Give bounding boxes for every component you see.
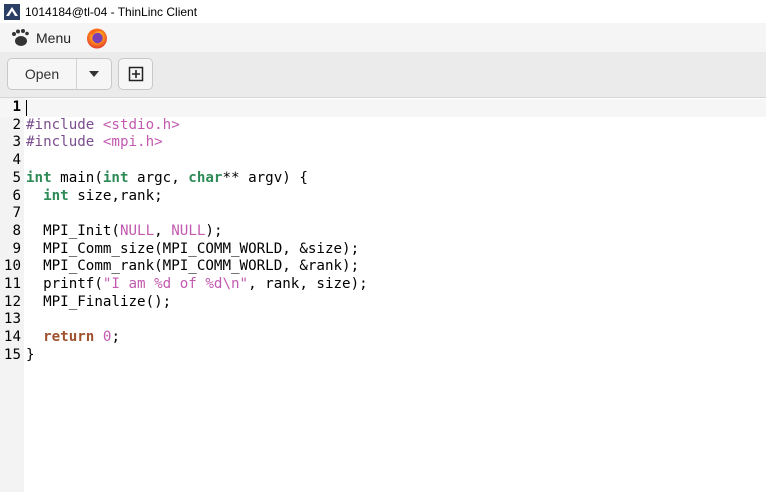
line-number: 5 [12,169,21,186]
code-text: printf("I am %d of %d\n", rank, size); [26,276,368,292]
code-line[interactable]: 8 MPI_Init(NULL, NULL); [0,223,766,241]
open-dropdown-button[interactable] [77,59,111,89]
line-number: 11 [3,276,21,292]
code-line[interactable]: 1 [0,99,766,117]
window-title: 1014184@tl-04 - ThinLinc Client [25,4,198,19]
open-button[interactable]: Open [8,59,77,89]
code-line[interactable]: 12 MPI_Finalize(); [0,294,766,312]
window-titlebar: 1014184@tl-04 - ThinLinc Client [0,0,766,23]
open-button-group: Open [7,58,112,90]
gnome-foot-icon [12,28,29,46]
code-text: MPI_Init(NULL, NULL); [26,222,223,239]
line-number: 3 [12,134,21,151]
code-line[interactable]: 5 int main(int argc, char** argv) { [0,170,766,188]
top-panel: Menu [0,23,766,52]
code-text: int size,rank; [43,187,163,204]
code-text: MPI_Comm_rank(MPI_COMM_WORLD, &rank); [26,258,360,275]
text-cursor [26,100,27,116]
code-line[interactable]: 7 [0,205,766,223]
code-line[interactable]: 9 MPI_Comm_size(MPI_COMM_WORLD, &size); [0,241,766,259]
line-number: 10 [3,258,21,275]
code-line[interactable]: 3 #include <mpi.h> [0,134,766,152]
code-text: return 0; [43,329,120,346]
line-number: 12 [3,293,21,310]
line-number: 7 [12,205,21,222]
code-text: #include <mpi.h> [26,134,163,151]
code-line[interactable]: 13 [0,311,766,329]
line-number: 8 [12,222,21,239]
line-number: 14 [3,329,21,346]
chevron-down-icon [89,71,99,77]
new-document-button[interactable] [118,58,153,90]
code-line[interactable]: 11 printf("I am %d of %d\n", rank, size)… [0,276,766,294]
line-number: 1 [12,99,21,115]
line-number: 2 [12,116,21,133]
code-line[interactable]: 14 return 0; [0,329,766,347]
code-text: int main(int argc, char** argv) { [26,169,308,186]
line-number: 9 [12,240,21,257]
firefox-icon[interactable] [85,26,109,50]
code-line[interactable]: 10 MPI_Comm_rank(MPI_COMM_WORLD, &rank); [0,258,766,276]
code-editor[interactable]: 1 2 #include <stdio.h> 3 #include <mpi.h> 4 5 i… [0,98,766,492]
code-line[interactable]: 15} [0,347,766,365]
code-line[interactable]: 6 int size,rank; [0,188,766,206]
line-number: 6 [12,187,21,204]
thinlinc-app-icon [4,3,20,20]
code-text: } [26,346,35,363]
line-number: 13 [3,311,21,328]
code-line[interactable]: 4 [0,152,766,170]
editor-toolbar: Open [0,52,766,98]
code-text: MPI_Comm_size(MPI_COMM_WORLD, &size); [26,240,360,257]
line-number: 4 [12,152,21,169]
new-document-icon [128,66,143,82]
line-number: 15 [3,346,21,363]
code-text: #include <stdio.h> [26,116,180,133]
menu-label: Menu [36,29,72,46]
code-text: MPI_Finalize(); [26,293,172,310]
applications-menu-button[interactable]: Menu [10,25,71,51]
code-line[interactable]: 2 #include <stdio.h> [0,117,766,135]
